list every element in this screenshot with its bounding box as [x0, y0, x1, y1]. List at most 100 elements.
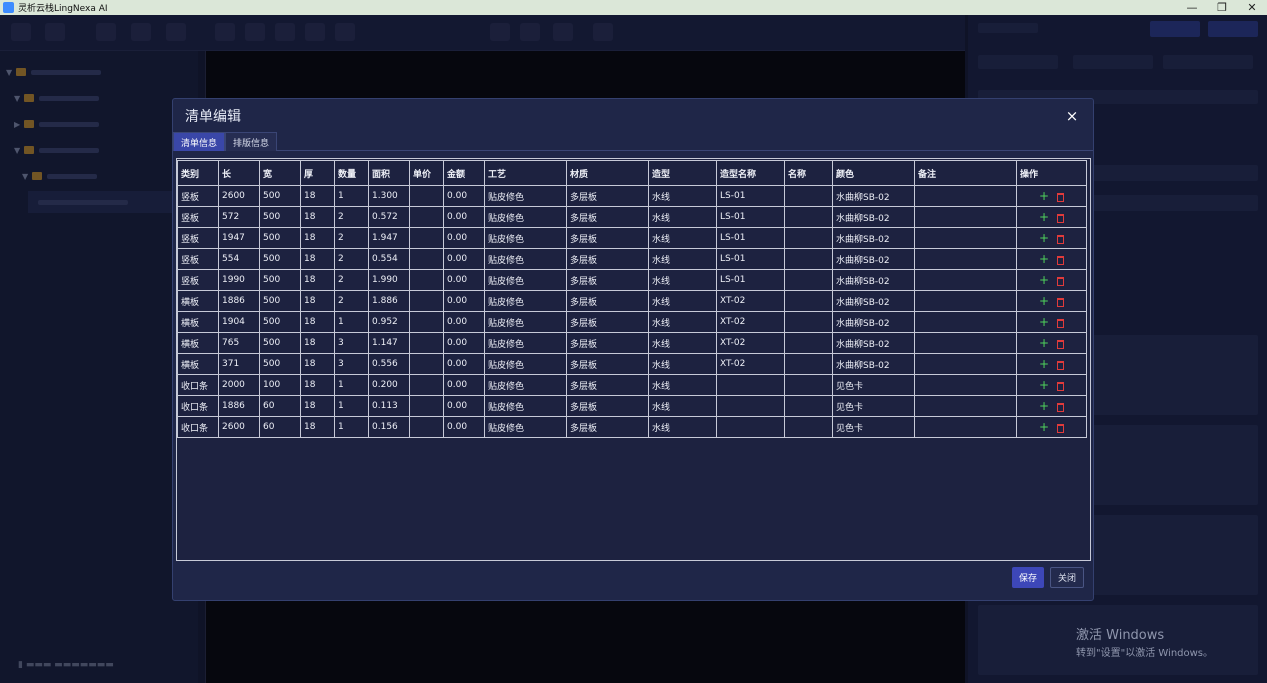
table-cell[interactable]: 水线	[648, 185, 717, 207]
table-cell[interactable]: 1.147	[368, 332, 410, 354]
table-cell[interactable]: 100	[259, 374, 301, 396]
table-cell[interactable]	[409, 395, 444, 417]
table-cell[interactable]: 多层板	[566, 353, 649, 375]
table-row[interactable]: 横板 371 500 18 3 0.556 0.00 贴皮修色 多层板 水线 XT-02 水曲柳SB-…	[177, 353, 1087, 375]
table-cell[interactable]	[784, 353, 833, 375]
table-cell[interactable]: 18	[300, 290, 335, 312]
add-row-icon[interactable]: +	[1039, 378, 1049, 392]
table-cell[interactable]: 1990	[218, 269, 260, 291]
table-cell[interactable]	[409, 290, 444, 312]
table-row[interactable]: 收口条 1886 60 18 1 0.113 0.00 贴皮修色 多层板 水线 见色卡 +	[177, 395, 1087, 417]
save-button[interactable]: 保存	[1011, 567, 1044, 588]
table-cell[interactable]: 0.00	[443, 185, 485, 207]
table-cell[interactable]: 500	[259, 332, 301, 354]
table-cell[interactable]: 18	[300, 311, 335, 333]
table-cell[interactable]: 收口条	[177, 374, 219, 396]
table-cell[interactable]	[784, 311, 833, 333]
table-cell[interactable]: 18	[300, 353, 335, 375]
table-cell[interactable]: 0.572	[368, 206, 410, 228]
table-cell[interactable]: 收口条	[177, 416, 219, 438]
table-cell[interactable]: 横板	[177, 332, 219, 354]
table-cell[interactable]: 水曲柳SB-02	[832, 185, 915, 207]
table-cell[interactable]: 2600	[218, 185, 260, 207]
table-cell[interactable]: 0.156	[368, 416, 410, 438]
table-cell[interactable]	[784, 269, 833, 291]
table-cell[interactable]	[914, 416, 1017, 438]
table-cell[interactable]: 贴皮修色	[484, 227, 567, 249]
table-cell[interactable]	[914, 374, 1017, 396]
delete-row-icon[interactable]	[1057, 193, 1065, 202]
table-cell[interactable]: 500	[259, 311, 301, 333]
table-cell[interactable]: 500	[259, 206, 301, 228]
table-cell[interactable]: 水线	[648, 332, 717, 354]
table-cell[interactable]	[409, 353, 444, 375]
minimize-button[interactable]: —	[1177, 0, 1207, 15]
table-cell[interactable]: 2	[334, 206, 369, 228]
table-cell[interactable]: 贴皮修色	[484, 248, 567, 270]
table-cell[interactable]: 贴皮修色	[484, 353, 567, 375]
table-cell[interactable]: LS-01	[716, 185, 785, 207]
table-cell[interactable]	[784, 248, 833, 270]
table-cell[interactable]	[716, 374, 785, 396]
table-cell[interactable]: LS-01	[716, 269, 785, 291]
add-row-icon[interactable]: +	[1039, 252, 1049, 266]
table-cell[interactable]	[914, 248, 1017, 270]
table-row[interactable]: 收口条 2000 100 18 1 0.200 0.00 贴皮修色 多层板 水线 见色卡 +	[177, 374, 1087, 396]
table-cell[interactable]: 水线	[648, 227, 717, 249]
table-cell[interactable]: 竖板	[177, 227, 219, 249]
table-cell[interactable]	[784, 290, 833, 312]
table-cell[interactable]: 0.00	[443, 416, 485, 438]
table-cell[interactable]	[716, 395, 785, 417]
add-row-icon[interactable]: +	[1039, 273, 1049, 287]
table-cell[interactable]: 贴皮修色	[484, 395, 567, 417]
table-cell[interactable]: XT-02	[716, 290, 785, 312]
add-row-icon[interactable]: +	[1039, 210, 1049, 224]
table-cell[interactable]: LS-01	[716, 248, 785, 270]
table-cell[interactable]: 水线	[648, 311, 717, 333]
table-row[interactable]: 竖板 2600 500 18 1 1.300 0.00 贴皮修色 多层板 水线 LS-01 水曲柳SB…	[177, 185, 1087, 207]
table-row[interactable]: 横板 765 500 18 3 1.147 0.00 贴皮修色 多层板 水线 XT-02 水曲柳SB-…	[177, 332, 1087, 354]
table-cell[interactable]: 1	[334, 311, 369, 333]
table-cell[interactable]: 18	[300, 206, 335, 228]
table-cell[interactable]: 18	[300, 248, 335, 270]
table-cell[interactable]	[784, 332, 833, 354]
table-cell[interactable]	[784, 395, 833, 417]
table-cell[interactable]	[409, 269, 444, 291]
table-cell[interactable]: 水曲柳SB-02	[832, 248, 915, 270]
add-row-icon[interactable]: +	[1039, 231, 1049, 245]
table-cell[interactable]: 竖板	[177, 185, 219, 207]
table-cell[interactable]: 18	[300, 395, 335, 417]
table-cell[interactable]: 0.200	[368, 374, 410, 396]
restore-button[interactable]: ❐	[1207, 0, 1237, 15]
table-cell[interactable]: 18	[300, 185, 335, 207]
table-cell[interactable]: 0.00	[443, 206, 485, 228]
table-cell[interactable]: 竖板	[177, 269, 219, 291]
table-cell[interactable]: 0.00	[443, 395, 485, 417]
table-cell[interactable]: 1	[334, 185, 369, 207]
table-cell[interactable]: 水曲柳SB-02	[832, 290, 915, 312]
table-cell[interactable]: 18	[300, 374, 335, 396]
delete-row-icon[interactable]	[1057, 361, 1065, 370]
table-cell[interactable]: 贴皮修色	[484, 374, 567, 396]
table-cell[interactable]: 水曲柳SB-02	[832, 269, 915, 291]
table-cell[interactable]	[409, 311, 444, 333]
table-cell[interactable]: 多层板	[566, 374, 649, 396]
table-cell[interactable]: 水曲柳SB-02	[832, 311, 915, 333]
table-cell[interactable]: 横板	[177, 290, 219, 312]
table-cell[interactable]: 水线	[648, 374, 717, 396]
table-cell[interactable]: 500	[259, 248, 301, 270]
table-cell[interactable]: 水线	[648, 353, 717, 375]
table-cell[interactable]	[914, 185, 1017, 207]
table-cell[interactable]: 1	[334, 416, 369, 438]
window-close-button[interactable]: ✕	[1237, 0, 1267, 15]
table-cell[interactable]: 0.00	[443, 374, 485, 396]
table-cell[interactable]	[914, 332, 1017, 354]
table-cell[interactable]	[784, 227, 833, 249]
table-cell[interactable]: 1947	[218, 227, 260, 249]
table-cell[interactable]: 0.00	[443, 290, 485, 312]
table-cell[interactable]: XT-02	[716, 311, 785, 333]
table-cell[interactable]: 500	[259, 227, 301, 249]
table-cell[interactable]: 554	[218, 248, 260, 270]
table-cell[interactable]: 见色卡	[832, 374, 915, 396]
table-cell[interactable]: 多层板	[566, 269, 649, 291]
